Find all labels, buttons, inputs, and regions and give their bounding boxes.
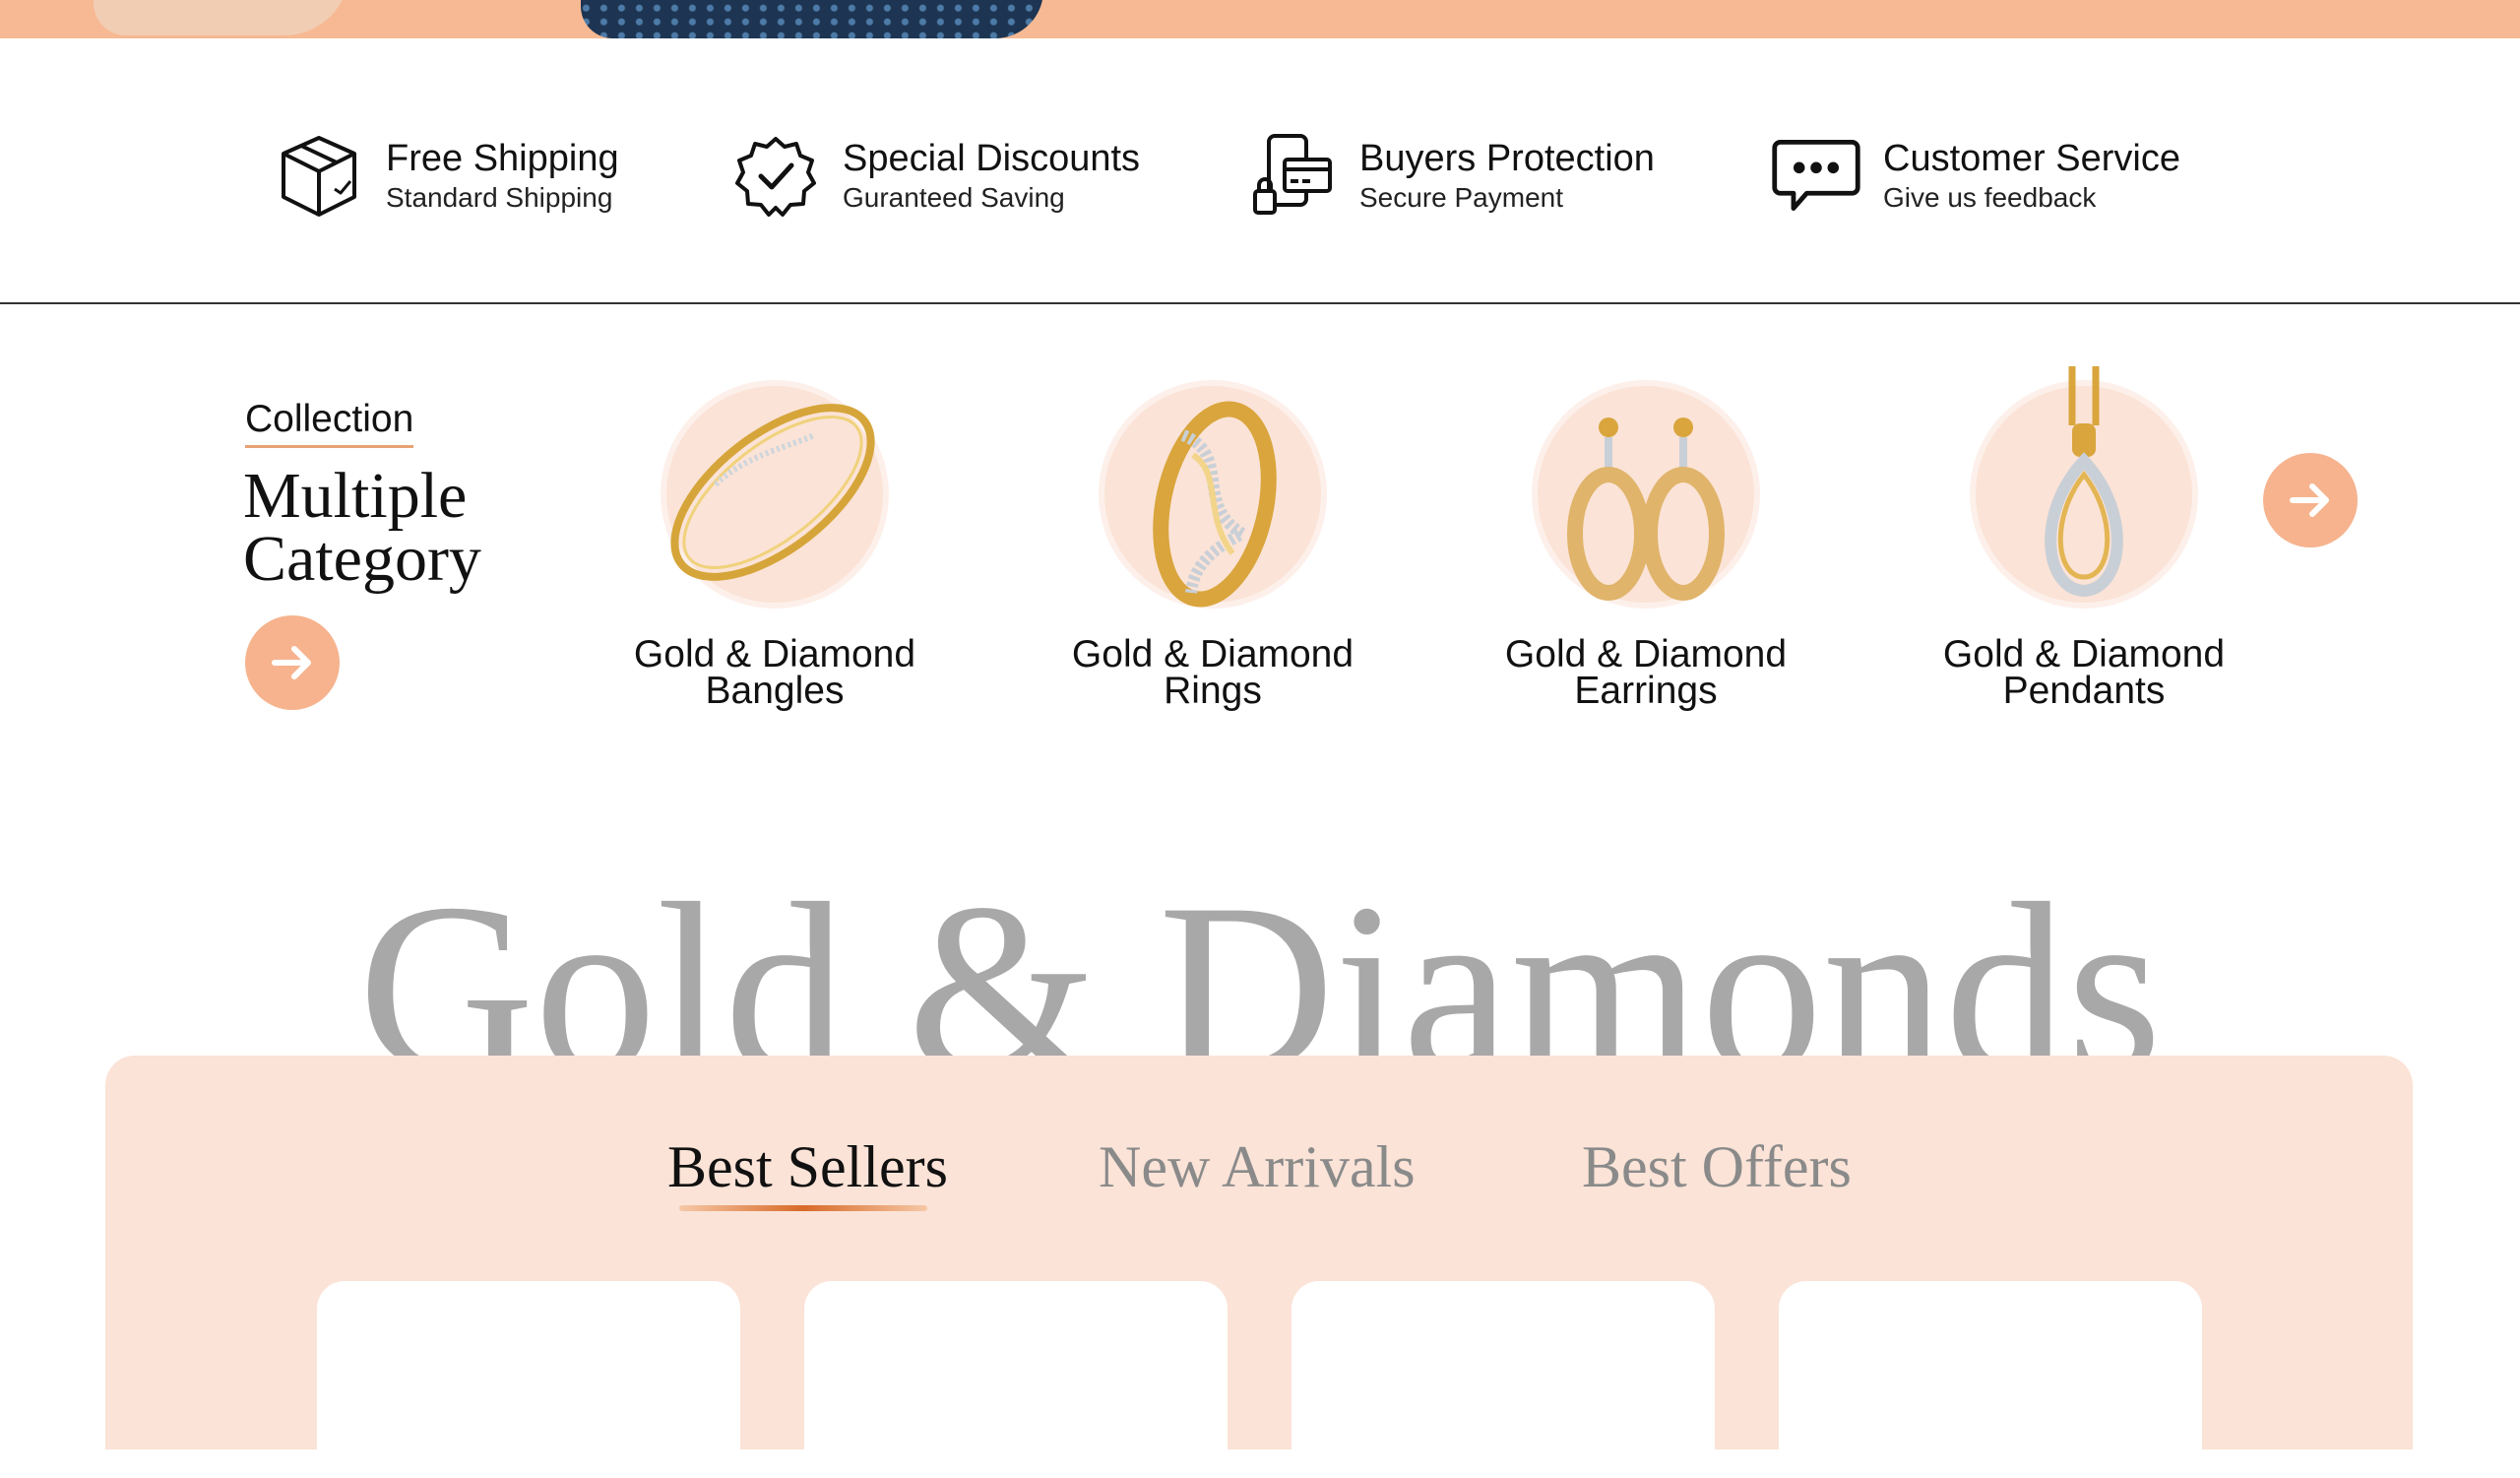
product-card[interactable] [804,1281,1228,1478]
feature-title: Free Shipping [386,138,619,179]
category-name-line: Gold & Diamond [633,633,916,675]
collection-title: Multiple Category [243,460,481,595]
collection-label: Collection [245,398,414,448]
category-rings[interactable]: Gold & Diamond Rings [1055,366,1370,712]
category-pendants[interactable]: Gold & Diamond Pendants [1926,366,2241,712]
verified-badge-icon [728,128,823,223]
pendant-icon [2045,366,2123,598]
ring-icon [1153,401,1277,608]
category-image [1956,366,2212,622]
chat-bubble-icon [1769,128,1863,223]
feature-customer-service: Customer Service Give us feedback [1769,126,2180,225]
feature-subtitle: Standard Shipping [386,182,613,213]
hero-model-hand [94,0,349,35]
feature-free-shipping: Free Shipping Standard Shipping [272,126,619,225]
product-card[interactable] [1779,1281,2202,1478]
tab-best-offers[interactable]: Best Offers [1582,1132,1852,1201]
bangle-icon [670,404,875,581]
active-tab-underline [679,1205,927,1211]
category-bangles[interactable]: Gold & Diamond Bangles [617,366,932,712]
arrow-right-icon [272,646,311,679]
secure-payment-icon [1245,128,1340,223]
category-name: Gold & Diamond Pendants [1926,633,2241,712]
category-earrings[interactable]: Gold & Diamond Earrings [1488,366,1803,712]
box-icon [272,128,366,223]
tab-best-sellers[interactable]: Best Sellers [667,1132,948,1201]
category-name-line: Earrings [1574,670,1718,712]
feature-subtitle: Secure Payment [1359,182,1563,213]
category-name-line: Pendants [2002,670,2166,712]
product-card[interactable] [317,1281,740,1478]
earrings-icon [1567,418,1725,601]
collection-title-line: Multiple [243,460,468,532]
hero-model-dress [581,0,1043,38]
categories-next-button[interactable] [2263,453,2358,547]
product-card[interactable] [1292,1281,1715,1478]
collection-view-all-button[interactable] [245,615,340,710]
feature-special-discounts: Special Discounts Guranteed Saving [728,126,1140,225]
feature-buyers-protection: Buyers Protection Secure Payment [1245,126,1655,225]
category-name-line: Gold & Diamond [1942,633,2226,675]
category-name-line: Gold & Diamond [1504,633,1788,675]
category-image [1518,366,1774,622]
section-banner-heading: Gold & Diamonds [357,867,2163,1059]
category-name: Gold & Diamond Bangles [617,633,932,712]
category-image [1085,366,1341,622]
feature-title: Special Discounts [843,138,1141,179]
category-name: Gold & Diamond Rings [1055,633,1370,712]
hero-banner-strip [0,0,2520,38]
category-name-line: Rings [1164,670,1262,712]
tab-new-arrivals[interactable]: New Arrivals [1099,1132,1416,1201]
feature-subtitle: Give us feedback [1883,182,2097,213]
category-name-line: Bangles [705,670,845,712]
section-divider [0,302,2520,304]
category-name: Gold & Diamond Earrings [1488,633,1803,712]
feature-subtitle: Guranteed Saving [843,182,1065,213]
feature-title: Customer Service [1883,138,2180,179]
feature-title: Buyers Protection [1359,138,1655,179]
category-name-line: Gold & Diamond [1071,633,1354,675]
arrow-right-icon [2290,483,2329,517]
category-image [647,366,903,622]
collection-title-line: Category [243,523,481,595]
